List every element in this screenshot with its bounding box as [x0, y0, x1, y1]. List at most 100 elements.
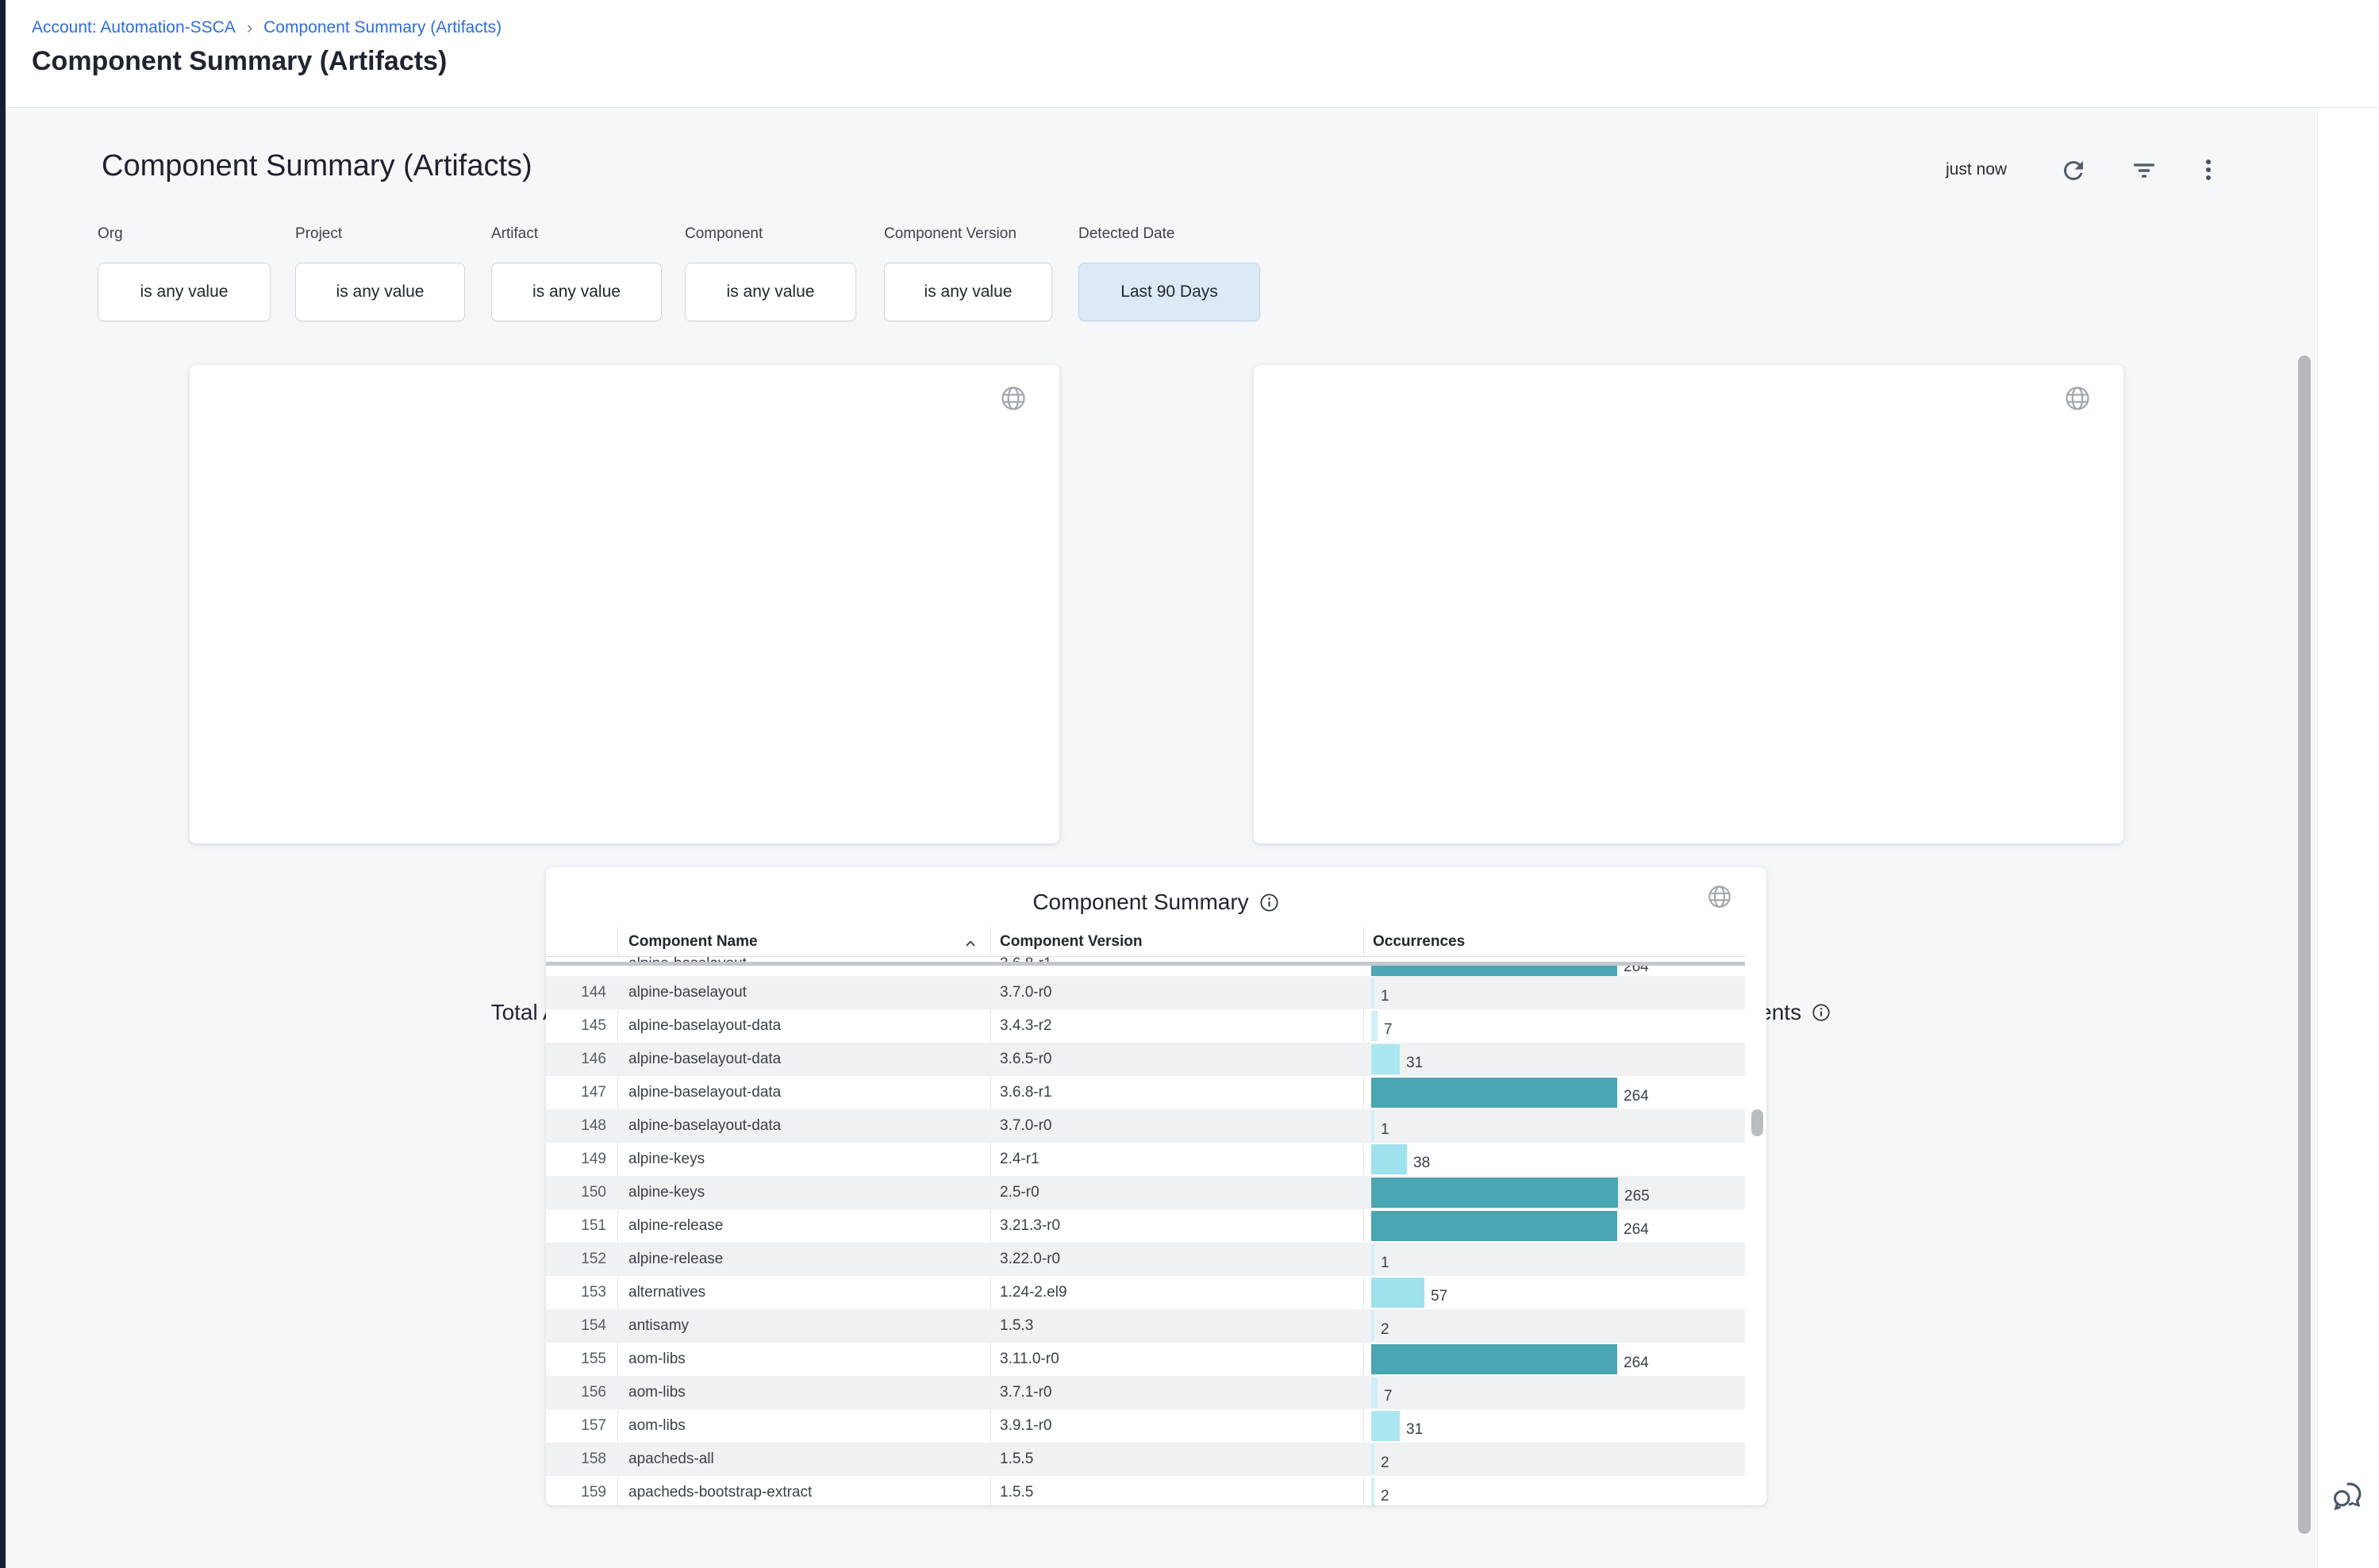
occurrence-bar — [1371, 1211, 1617, 1241]
row-index: 148 — [546, 1109, 606, 1143]
table-row: 147alpine-baselayout-data3.6.8-r1264 — [546, 1076, 1745, 1109]
component-name-cell: aom-libs — [628, 1343, 986, 1376]
occurrences-cell: 7 — [1371, 1376, 1744, 1409]
row-index: 156 — [546, 1376, 606, 1409]
occurrence-value: 31 — [1406, 1055, 1423, 1076]
component-name-cell: alpine-baselayout-data — [628, 1043, 986, 1076]
table-row: 159apacheds-bootstrap-extract1.5.52 — [546, 1476, 1745, 1505]
component-version-cell: 3.4.3-r2 — [1000, 1009, 1357, 1043]
component-version-cell: 3.7.0-r0 — [1000, 1109, 1357, 1143]
occurrences-cell: 264 — [1371, 1343, 1744, 1376]
refresh-button[interactable] — [2056, 153, 2091, 188]
breadcrumb-current-link[interactable]: Component Summary (Artifacts) — [263, 18, 502, 37]
row-index: 154 — [546, 1309, 606, 1343]
component-version-cell: 1.5.3 — [1000, 1309, 1357, 1343]
occurrences-cell: 57 — [1371, 1276, 1744, 1309]
row-index: 152 — [546, 1243, 606, 1276]
table-header-row: Component Name Component Version Occurre… — [546, 927, 1745, 956]
filter-button-component-version[interactable]: is any value — [884, 263, 1052, 321]
filter-button-artifact[interactable]: is any value — [491, 263, 662, 321]
row-index: 145 — [546, 1009, 606, 1043]
stat-card-total-unique-components: 939Total Unique Components — [1254, 365, 2123, 844]
table-body: 144alpine-baselayout3.7.0-r01145 alpine-b… — [546, 976, 1745, 1505]
row-index: 144 — [546, 976, 606, 1009]
occurrence-bar — [1371, 1244, 1374, 1274]
dashboard-actions-menu-button[interactable] — [2191, 152, 2226, 187]
sort-ascending-icon[interactable] — [962, 935, 979, 952]
row-index: 146 — [546, 1043, 606, 1076]
component-name-cell: alpine-release — [628, 1243, 986, 1276]
breadcrumb-separator-icon: › — [247, 17, 252, 38]
table-title: Component Summary — [1032, 890, 1248, 915]
table-row: 156aom-libs3.7.1-r07 — [546, 1376, 1745, 1409]
column-header-component-name[interactable]: Component Name — [628, 933, 758, 951]
component-name-cell: aom-libs — [628, 1409, 986, 1443]
component-version-cell: 3.21.3-r0 — [1000, 1209, 1357, 1243]
occurrence-bar — [1371, 1311, 1374, 1341]
occurrences-cell: 31 — [1371, 1043, 1744, 1076]
occurrence-bar — [1371, 1111, 1374, 1141]
column-header-occurrences[interactable]: Occurrences — [1373, 933, 1465, 951]
table-row-clipped: alpine-baselayout 3.6.8-r1 264 — [546, 957, 1745, 976]
globe-icon[interactable] — [999, 384, 1028, 413]
component-name-cell: alpine-baselayout-data — [628, 1009, 986, 1043]
table-scrollbar-thumb[interactable] — [1751, 1109, 1763, 1136]
row-index: 157 — [546, 1409, 606, 1443]
globe-icon[interactable] — [2063, 384, 2092, 413]
row-index: 155 — [546, 1343, 606, 1376]
last-refreshed-text: just now — [1946, 160, 2007, 179]
occurrences-cell: 2 — [1371, 1476, 1744, 1505]
component-version-cell: 2.4-r1 — [1000, 1143, 1357, 1176]
occurrence-value: 57 — [1431, 1288, 1447, 1309]
occurrence-value: 265 — [1624, 1188, 1650, 1209]
occurrences-cell: 7 — [1371, 1009, 1744, 1043]
occurrence-bar — [1371, 1144, 1407, 1174]
filter-button-project[interactable]: is any value — [295, 263, 465, 321]
table-row: 144alpine-baselayout3.7.0-r01 — [546, 976, 1745, 1009]
filter-button-detected-date[interactable]: Last 90 Days — [1078, 263, 1260, 321]
component-version-cell: 3.9.1-r0 — [1000, 1409, 1357, 1443]
occurrences-cell: 265 — [1371, 1176, 1744, 1209]
dashboard-filters-button[interactable] — [2127, 153, 2162, 188]
occurrence-bar — [1371, 1044, 1400, 1074]
occurrences-cell: 38 — [1371, 1143, 1744, 1176]
component-version-cell: 3.22.0-r0 — [1000, 1243, 1357, 1276]
info-icon[interactable] — [1259, 892, 1280, 913]
page-scrollbar-thumb[interactable] — [2298, 355, 2311, 1534]
app-header: Account: Automation-SSCA › Component Sum… — [6, 0, 2379, 108]
component-version-cell: 1.5.5 — [1000, 1443, 1357, 1476]
component-name-cell: alpine-baselayout-data — [628, 1076, 986, 1109]
info-icon[interactable] — [1811, 1002, 1831, 1023]
occurrence-value: 7 — [1384, 1388, 1393, 1409]
component-name-cell: apacheds-all — [628, 1443, 986, 1476]
table-row: 153alternatives1.24-2.el957 — [546, 1276, 1745, 1309]
filter-label-project: Project — [295, 225, 342, 243]
occurrence-value: 7 — [1384, 1021, 1393, 1043]
row-index: 149 — [546, 1143, 606, 1176]
occurrence-value: 264 — [1624, 1355, 1649, 1376]
globe-icon[interactable] — [1706, 883, 1735, 912]
occurrences-cell: 1 — [1371, 1109, 1744, 1143]
occurrence-bar — [1371, 1011, 1378, 1041]
row-index: 153 — [546, 1276, 606, 1309]
breadcrumb-account-link[interactable]: Account: Automation-SSCA — [32, 18, 236, 37]
filter-button-org[interactable]: is any value — [98, 263, 271, 321]
chat-support-icon[interactable] — [2327, 1473, 2371, 1517]
filter-label-detected-date: Detected Date — [1078, 225, 1174, 243]
occurrences-cell: 2 — [1371, 1443, 1744, 1476]
occurrence-bar — [1371, 1411, 1400, 1441]
column-header-component-version[interactable]: Component Version — [1000, 933, 1142, 951]
sidebar-edge — [0, 0, 6, 1568]
occurrences-cell: 31 — [1371, 1409, 1744, 1443]
occurrence-bar — [1371, 1178, 1618, 1208]
occurrence-value: 2 — [1381, 1455, 1389, 1476]
component-name-cell: alpine-baselayout-data — [628, 1109, 986, 1143]
filter-button-component[interactable]: is any value — [685, 263, 856, 321]
component-version-cell: 3.7.1-r0 — [1000, 1376, 1357, 1409]
filter-label-artifact: Artifact — [491, 225, 538, 243]
occurrences-cell: 264 — [1371, 1076, 1744, 1109]
row-index: 150 — [546, 1176, 606, 1209]
component-version-cell: 3.6.5-r0 — [1000, 1043, 1357, 1076]
component-name-cell: alpine-keys — [628, 1143, 986, 1176]
table-row: 152alpine-release3.22.0-r01 — [546, 1243, 1745, 1276]
